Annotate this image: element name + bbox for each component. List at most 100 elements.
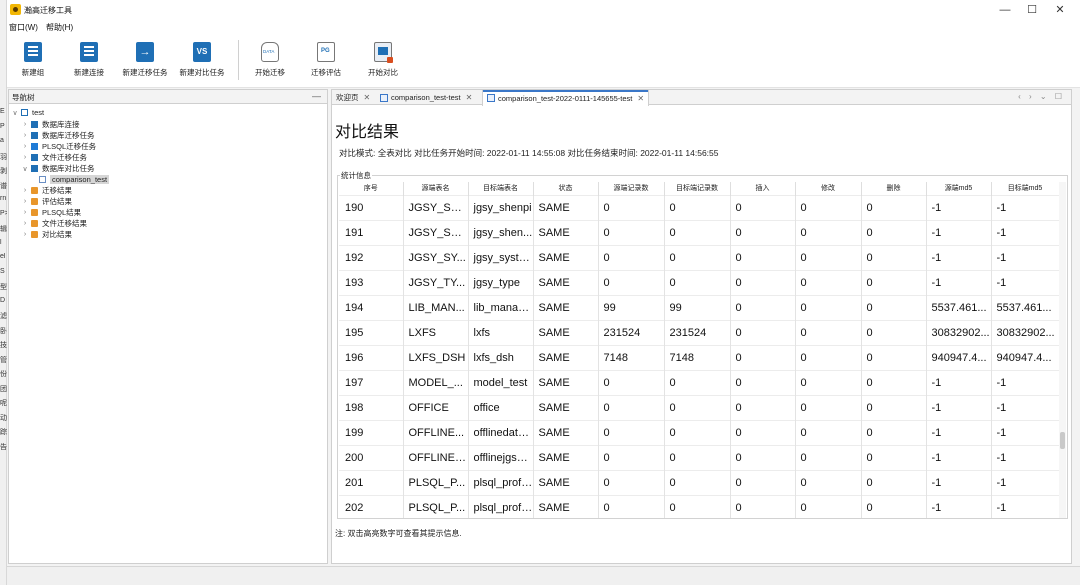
table-cell[interactable]: SAME <box>533 244 599 270</box>
tree-node-plsql-results[interactable]: › PLSQL结果 <box>21 207 81 218</box>
chevron-right-icon[interactable]: › <box>21 187 29 194</box>
table-cell[interactable]: 0 <box>795 319 862 345</box>
table-cell[interactable]: 0 <box>598 244 665 270</box>
tree-node-db-compare-tasks[interactable]: ∨ 数据库对比任务 <box>21 163 94 174</box>
tree-node-assessment-results[interactable]: › 评估结果 <box>21 196 72 207</box>
column-header[interactable]: 源端表名 <box>403 182 469 195</box>
minimize-panel-button[interactable]: — <box>312 91 321 101</box>
table-cell[interactable]: 195 <box>339 319 404 345</box>
table-cell[interactable]: 0 <box>598 269 665 295</box>
table-cell[interactable]: LIB_MAN... <box>403 294 469 320</box>
table-cell[interactable]: 0 <box>598 469 665 495</box>
table-cell[interactable]: JGSY_SH... <box>403 219 469 245</box>
table-cell[interactable]: 0 <box>730 244 796 270</box>
table-cell[interactable]: -1 <box>991 219 1060 245</box>
table-cell[interactable]: 5537.461... <box>991 294 1060 320</box>
table-row[interactable]: 196 LXFS_DSH lxfs_dsh SAME 7148 7148 0 0 0 940947… <box>339 344 1060 370</box>
table-cell[interactable]: jgsy_shen... <box>468 219 534 245</box>
scrollbar-thumb[interactable] <box>1060 432 1065 449</box>
chevron-right-icon[interactable]: › <box>21 132 29 139</box>
table-cell[interactable]: 0 <box>598 419 665 445</box>
table-cell[interactable]: jgsy_type <box>468 269 534 295</box>
table-cell[interactable]: PLSQL_P... <box>403 494 469 518</box>
table-cell[interactable]: 191 <box>339 219 404 245</box>
table-cell[interactable]: 0 <box>861 494 927 518</box>
table-cell[interactable]: 0 <box>730 194 796 220</box>
table-cell[interactable]: JGSY_SY... <box>403 244 469 270</box>
table-row[interactable]: 195 LXFS lxfs SAME 231524 231524 0 0 0 30832902..… <box>339 319 1060 345</box>
tab-comparison-test[interactable]: comparison_test-test ✕ <box>376 90 476 105</box>
table-cell[interactable]: -1 <box>926 194 992 220</box>
table-cell[interactable]: SAME <box>533 494 599 518</box>
column-header[interactable]: 插入 <box>730 182 796 195</box>
new-migration-task-button[interactable]: → 新建迁移任务 <box>117 42 173 78</box>
tree-node-db-migration-tasks[interactable]: › 数据库迁移任务 <box>21 130 95 141</box>
tree-node-plsql-migration-tasks[interactable]: › PLSQL迁移任务 <box>21 141 96 152</box>
table-cell[interactable]: 0 <box>861 419 927 445</box>
table-cell[interactable]: 0 <box>730 419 796 445</box>
chevron-right-icon[interactable]: › <box>21 121 29 128</box>
table-cell[interactable]: 0 <box>795 344 862 370</box>
table-cell[interactable]: 0 <box>730 494 796 518</box>
table-cell[interactable]: lib_manager <box>468 294 534 320</box>
table-cell[interactable]: 202 <box>339 494 404 518</box>
table-cell[interactable]: 0 <box>664 419 731 445</box>
table-cell[interactable]: 7148 <box>598 344 665 370</box>
table-cell[interactable]: SAME <box>533 294 599 320</box>
menu-window[interactable]: 窗口(W) <box>9 22 38 33</box>
migration-assessment-button[interactable]: 迁移评估 <box>298 42 354 78</box>
close-icon[interactable]: ✕ <box>637 91 644 106</box>
table-cell[interactable]: 0 <box>861 344 927 370</box>
table-cell[interactable]: 0 <box>861 469 927 495</box>
table-cell[interactable]: SAME <box>533 269 599 295</box>
column-header[interactable]: 序号 <box>339 182 404 195</box>
table-cell[interactable]: -1 <box>991 194 1060 220</box>
table-cell[interactable]: lxfs_dsh <box>468 344 534 370</box>
table-cell[interactable]: MODEL_... <box>403 369 469 395</box>
table-row[interactable]: 194 LIB_MAN... lib_manager SAME 99 99 0 0 0 5537.… <box>339 294 1060 320</box>
table-cell[interactable]: 190 <box>339 194 404 220</box>
table-cell[interactable]: jgsy_shenpi <box>468 194 534 220</box>
chevron-right-icon[interactable]: › <box>21 198 29 205</box>
table-cell[interactable]: -1 <box>991 469 1060 495</box>
table-cell[interactable]: 0 <box>730 344 796 370</box>
column-header[interactable]: 源端md5 <box>926 182 992 195</box>
table-cell[interactable]: 197 <box>339 369 404 395</box>
minimize-button[interactable]: — <box>990 2 1020 18</box>
table-cell[interactable]: 7148 <box>664 344 731 370</box>
table-row[interactable]: 199 OFFLINE... offlinedata... SAME 0 0 0 0 0 -1 -1 <box>339 419 1060 445</box>
table-cell[interactable]: PLSQL_P... <box>403 469 469 495</box>
table-cell[interactable]: 0 <box>795 294 862 320</box>
table-cell[interactable]: 0 <box>730 219 796 245</box>
table-cell[interactable]: SAME <box>533 194 599 220</box>
table-row[interactable]: 193 JGSY_TY... jgsy_type SAME 0 0 0 0 0 -1 -1 <box>339 269 1060 295</box>
table-cell[interactable]: 194 <box>339 294 404 320</box>
tab-welcome[interactable]: 欢迎页 ✕ <box>332 90 374 105</box>
table-cell[interactable]: 30832902... <box>991 319 1060 345</box>
table-cell[interactable]: 0 <box>730 319 796 345</box>
table-cell[interactable]: OFFLINEJ... <box>403 444 469 470</box>
table-cell[interactable]: 0 <box>795 219 862 245</box>
table-cell[interactable]: JGSY_TY... <box>403 269 469 295</box>
table-cell[interactable]: 0 <box>795 394 862 420</box>
column-header[interactable]: 修改 <box>795 182 862 195</box>
tree-node-file-migration-tasks[interactable]: › 文件迁移任务 <box>21 152 87 163</box>
tab-navigation-controls[interactable]: ‹ › ⌄ ☐ <box>1018 92 1065 101</box>
table-cell[interactable]: 199 <box>339 419 404 445</box>
column-header[interactable]: 目标端md5 <box>991 182 1060 195</box>
table-cell[interactable]: 0 <box>861 219 927 245</box>
table-cell[interactable]: -1 <box>991 269 1060 295</box>
vertical-scrollbar[interactable] <box>1059 182 1066 518</box>
table-cell[interactable]: -1 <box>991 494 1060 518</box>
table-cell[interactable]: 192 <box>339 244 404 270</box>
menu-help[interactable]: 帮助(H) <box>46 22 73 33</box>
table-cell[interactable]: 0 <box>861 269 927 295</box>
table-cell[interactable]: -1 <box>926 419 992 445</box>
table-cell[interactable]: offlinejgsyl... <box>468 444 534 470</box>
table-cell[interactable]: 0 <box>664 469 731 495</box>
tree-node-compare-results[interactable]: › 对比结果 <box>21 229 72 240</box>
table-cell[interactable]: 0 <box>795 469 862 495</box>
chevron-right-icon[interactable]: › <box>21 154 29 161</box>
tree-node-migration-results[interactable]: › 迁移结果 <box>21 185 72 196</box>
table-cell[interactable]: -1 <box>991 419 1060 445</box>
